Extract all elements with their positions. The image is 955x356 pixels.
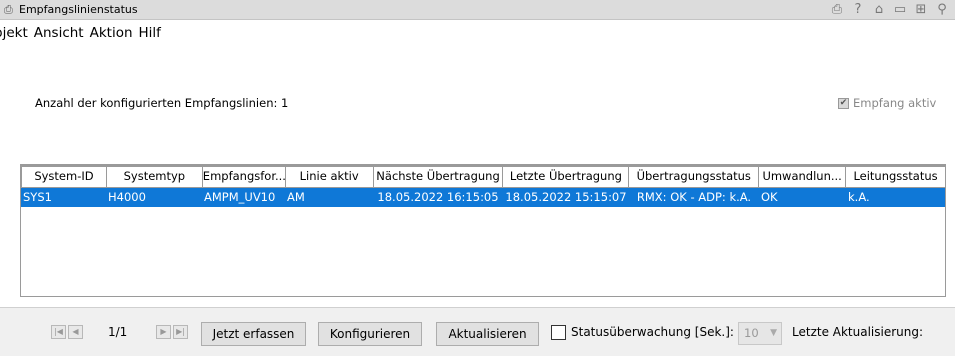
menu-hilfe[interactable]: Hilf [139,25,161,41]
col-header-empfangsformat[interactable]: Empfangsfor... [201,165,286,188]
status-monitor-label: Statusüberwachung [Sek.]: [571,325,734,339]
menu-ansicht[interactable]: Ansicht [34,25,84,41]
configured-lines-count: Anzahl der konfigurierten Empfangslinien… [35,96,289,110]
configure-button[interactable]: Konfigurieren [318,322,422,346]
cell-naechste-uebertragung: 18.05.2022 16:15:05 [377,190,499,204]
col-header-naechste-uebertragung[interactable]: Nächste Übertragung [372,165,504,188]
col-header-systemtyp[interactable]: Systemtyp [105,165,203,188]
table-row[interactable]: SYS1 H4000 AMPM_UV10 AM 18.05.2022 16:15… [21,188,945,207]
first-page-icon: |◀ [54,327,63,336]
cell-letzte-uebertragung: 18.05.2022 15:15:07 [505,190,627,204]
last-page-button[interactable]: ▶| [173,325,188,339]
checkbox-checked-icon: ✔ [838,97,849,109]
menu-aktion[interactable]: Aktion [90,25,133,41]
col-header-system-id[interactable]: System-ID [21,165,107,188]
first-page-button[interactable]: |◀ [51,325,66,339]
col-header-linie-aktiv[interactable]: Linie aktiv [284,165,374,188]
interval-value: 10 [744,326,759,340]
prev-page-button[interactable]: ◀ [68,325,83,339]
cell-system-id: SYS1 [23,190,52,204]
empfang-active-checkbox: ✔ Empfang aktiv [838,96,936,110]
window-title: Empfangslinienstatus [19,3,138,16]
prev-page-icon: ◀ [72,327,79,336]
cell-uebertragungsstatus: RMX: OK - ADP: k.A. [636,190,752,204]
page-indicator: 1/1 [108,325,128,339]
col-header-letzte-uebertragung[interactable]: Letzte Übertragung [502,165,630,188]
last-update-label: Letzte Aktualisierung: [792,325,924,339]
cell-linie-aktiv: AM [287,190,305,204]
app-window-icon: ⎙ [4,3,13,16]
home-icon[interactable]: ⌂ [872,2,886,17]
cell-umwandlung: OK [761,190,778,204]
title-bar: ⎙ Empfangslinienstatus ⎙ ? ⌂ ▭ ⊞ ⚲ [0,0,955,20]
col-header-leitungsstatus[interactable]: Leitungsstatus [845,165,946,188]
menu-bar: bjekt Ansicht Aktion Hilf [0,20,955,46]
status-monitor-checkbox[interactable] [551,325,566,340]
next-page-button[interactable]: ▶ [156,325,171,339]
cell-systemtyp: H4000 [108,190,146,204]
tools-icon[interactable]: ⊞ [914,2,928,17]
capture-now-button[interactable]: Jetzt erfassen [201,322,306,346]
cell-leitungsstatus: k.A. [848,190,870,204]
refresh-button[interactable]: Aktualisieren [436,322,539,346]
menu-objekt[interactable]: bjekt [0,25,28,41]
last-page-icon: ▶| [176,327,185,336]
col-header-uebertragungsstatus[interactable]: Übertragungsstatus [628,165,760,188]
col-header-umwandlung[interactable]: Umwandlun... [758,165,847,188]
title-bar-tools: ⎙ ? ⌂ ▭ ⊞ ⚲ [830,2,949,17]
chevron-down-icon: ▼ [770,328,777,338]
print-icon[interactable]: ⎙ [830,2,844,17]
cell-empfangsformat: AMPM_UV10 [204,190,276,204]
table-header: System-ID Systemtyp Empfangsfor... Linie… [21,165,946,188]
pin-icon[interactable]: ⚲ [935,2,949,17]
empfang-active-label: Empfang aktiv [853,96,937,110]
help-icon[interactable]: ? [851,2,865,17]
interval-select[interactable]: 10 ▼ [738,322,782,345]
folder-icon[interactable]: ▭ [893,2,907,17]
next-page-icon: ▶ [160,327,167,336]
status-table: System-ID Systemtyp Empfangsfor... Linie… [20,164,946,297]
